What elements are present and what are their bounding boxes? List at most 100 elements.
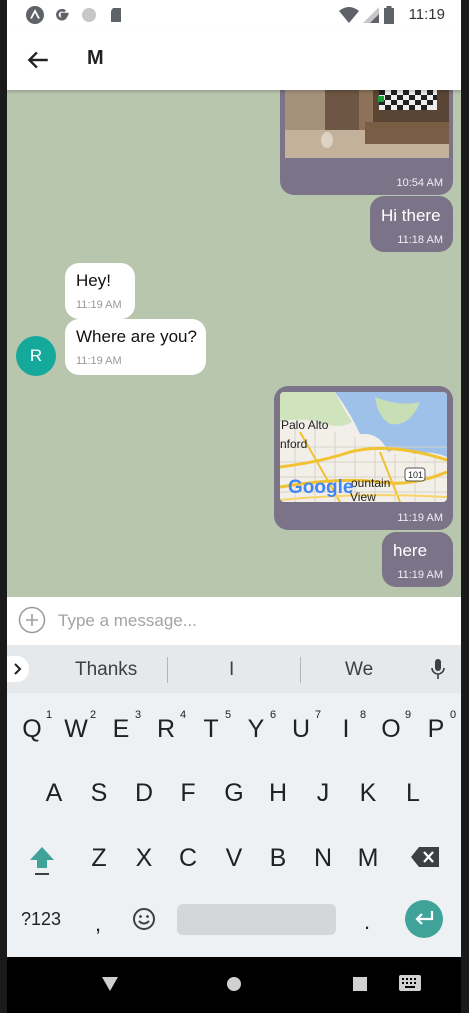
key-o[interactable]: O — [379, 715, 403, 744]
suggestion-i[interactable]: I — [229, 659, 234, 681]
key-t[interactable]: T — [199, 715, 223, 744]
key-hint: 4 — [180, 709, 187, 721]
suggestion-divider — [300, 657, 301, 683]
message-time: 10:54 AM — [396, 177, 443, 189]
key-n[interactable]: N — [311, 844, 335, 873]
key-hint: 2 — [90, 709, 97, 721]
incoming-message[interactable]: Where are you? 11:19 AM — [65, 319, 206, 375]
key-hint: 0 — [450, 709, 457, 721]
key-c[interactable]: C — [176, 844, 200, 873]
emoji-icon[interactable] — [132, 907, 156, 931]
comma-key[interactable]: , — [95, 911, 101, 937]
expo-icon — [26, 6, 44, 24]
shared-photo[interactable] — [285, 90, 449, 158]
suggestion-divider — [167, 657, 168, 683]
key-a[interactable]: A — [42, 779, 66, 808]
message-input[interactable]: Type a message... — [58, 611, 197, 631]
signal-icon — [363, 7, 379, 23]
key-g[interactable]: G — [222, 779, 246, 808]
key-w[interactable]: W — [64, 715, 88, 744]
message-list[interactable]: 10:54 AM Hi there 11:18 AM Hey! 11:19 AM… — [7, 90, 461, 597]
message-text: Where are you? — [76, 327, 197, 346]
key-s[interactable]: S — [87, 779, 111, 808]
soft-keyboard: Thanks I We Q1W2E3R4T5Y6U7I8O9P0 ASDFGHJ… — [7, 645, 461, 957]
incoming-message[interactable]: Hey! 11:19 AM — [65, 263, 135, 319]
message-time: 11:19 AM — [397, 512, 443, 524]
key-hint: 9 — [405, 709, 412, 721]
key-hint: 3 — [135, 709, 142, 721]
key-r[interactable]: R — [154, 715, 178, 744]
battery-icon — [384, 6, 394, 24]
key-e[interactable]: E — [109, 715, 133, 744]
outgoing-message[interactable]: Hi there 11:18 AM — [370, 196, 453, 252]
message-text: Hey! — [76, 271, 111, 290]
key-p[interactable]: P — [424, 715, 448, 744]
symbols-key[interactable]: ?123 — [21, 909, 61, 930]
map-preview[interactable]: Palo Alto nford ountain View 101 Google — [280, 392, 447, 502]
chevron-right-icon[interactable] — [7, 656, 29, 682]
circle-icon — [82, 8, 96, 22]
sd-card-icon — [111, 8, 121, 22]
highway-shield: 101 — [408, 470, 424, 480]
key-u[interactable]: U — [289, 715, 313, 744]
checkerboard — [379, 90, 437, 110]
message-text: here — [393, 541, 428, 560]
key-hint: 6 — [270, 709, 277, 721]
contact-name: M — [87, 47, 104, 69]
suggestion-we[interactable]: We — [345, 659, 373, 681]
key-h[interactable]: H — [266, 779, 290, 808]
backspace-icon[interactable] — [411, 847, 439, 867]
key-b[interactable]: B — [266, 844, 290, 873]
home-nav-icon[interactable] — [226, 976, 242, 992]
map-label: View — [350, 490, 376, 502]
key-v[interactable]: V — [222, 844, 246, 873]
key-y[interactable]: Y — [244, 715, 268, 744]
map-label: Palo Alto — [281, 418, 329, 432]
period-key[interactable]: . — [364, 909, 370, 935]
space-bar[interactable] — [177, 904, 336, 935]
key-d[interactable]: D — [132, 779, 156, 808]
key-x[interactable]: X — [132, 844, 156, 873]
message-composer: Type a message... — [7, 597, 461, 645]
google-icon — [56, 8, 69, 21]
image-message[interactable]: 10:54 AM — [280, 90, 453, 195]
key-m[interactable]: M — [356, 844, 380, 873]
add-attachment-icon[interactable] — [18, 606, 46, 634]
app-frame: 11:19 M 10:54 AM Hi there 11:18 AM Hey! … — [7, 0, 461, 1013]
location-message[interactable]: Palo Alto nford ountain View 101 Google … — [274, 386, 453, 530]
message-time: 11:19 AM — [76, 299, 122, 311]
back-nav-icon[interactable] — [102, 977, 118, 991]
key-l[interactable]: L — [401, 779, 425, 808]
chat-header: M — [7, 30, 461, 90]
message-time: 11:19 AM — [397, 569, 443, 581]
enter-button[interactable] — [405, 900, 443, 938]
system-nav-bar — [7, 957, 461, 1013]
google-logo: Google — [288, 477, 354, 498]
key-z[interactable]: Z — [87, 844, 111, 873]
status-bar: 11:19 — [7, 0, 461, 30]
back-arrow-icon[interactable] — [25, 47, 51, 73]
recents-nav-icon[interactable] — [353, 977, 367, 991]
avatar[interactable]: R — [16, 336, 56, 376]
key-q[interactable]: Q — [20, 715, 44, 744]
microphone-icon[interactable] — [431, 659, 445, 681]
key-hint: 1 — [46, 709, 53, 721]
enter-arrow-icon — [415, 911, 434, 925]
outgoing-message[interactable]: here 11:19 AM — [382, 532, 453, 587]
wifi-icon — [339, 7, 359, 23]
key-hint: 8 — [360, 709, 367, 721]
keyboard-switch-icon[interactable] — [399, 975, 421, 991]
suggestion-thanks[interactable]: Thanks — [75, 659, 137, 681]
message-time: 11:18 AM — [397, 234, 443, 246]
shift-icon[interactable] — [29, 845, 55, 877]
message-text: Hi there — [381, 206, 441, 225]
key-k[interactable]: K — [356, 779, 380, 808]
key-hint: 7 — [315, 709, 322, 721]
key-f[interactable]: F — [176, 779, 200, 808]
key-hint: 5 — [225, 709, 232, 721]
map-label: nford — [280, 437, 308, 451]
key-i[interactable]: I — [334, 715, 358, 744]
map-label: ountain — [351, 476, 391, 490]
status-time: 11:19 — [408, 6, 445, 23]
key-j[interactable]: J — [311, 779, 335, 808]
